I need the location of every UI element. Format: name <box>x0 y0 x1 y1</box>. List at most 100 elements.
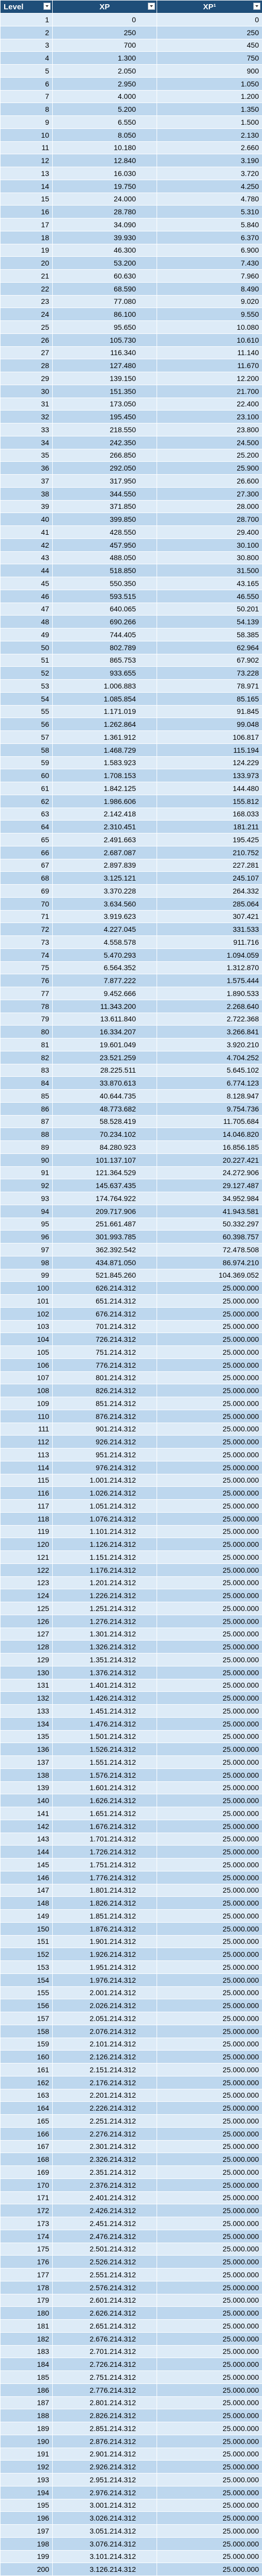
level-cell[interactable]: 94 <box>1 1205 53 1218</box>
xp-delta-cell[interactable]: 250 <box>157 26 262 39</box>
xp-delta-cell[interactable]: 25.000.000 <box>157 1858 262 1871</box>
xp-cell[interactable]: 2.526.214.312 <box>53 2256 157 2268</box>
level-cell[interactable]: 51 <box>1 654 53 667</box>
xp-delta-cell[interactable]: 22.400 <box>157 398 262 411</box>
xp-cell[interactable]: 428.550 <box>53 526 157 539</box>
xp-cell[interactable]: 2.051.214.312 <box>53 2012 157 2025</box>
xp-cell[interactable]: 1.801.214.312 <box>53 1884 157 1897</box>
xp-cell[interactable]: 6.550 <box>53 116 157 129</box>
xp-cell[interactable]: 2.426.214.312 <box>53 2204 157 2217</box>
level-cell[interactable]: 97 <box>1 1243 53 1256</box>
xp-cell[interactable]: 195.450 <box>53 411 157 423</box>
xp-cell[interactable]: 1.076.214.312 <box>53 1512 157 1525</box>
xp-delta-cell[interactable]: 1.500 <box>157 116 262 129</box>
xp-delta-cell[interactable]: 25.000.000 <box>157 2537 262 2550</box>
xp-delta-cell[interactable]: 54.139 <box>157 616 262 628</box>
xp-cell[interactable]: 1.583.923 <box>53 756 157 769</box>
level-cell[interactable]: 66 <box>1 846 53 859</box>
level-cell[interactable]: 59 <box>1 756 53 769</box>
xp-cell[interactable]: 19.601.049 <box>53 1038 157 1051</box>
xp-cell[interactable]: 1.651.214.312 <box>53 1807 157 1820</box>
xp-delta-cell[interactable]: 25.000.000 <box>157 2358 262 2371</box>
level-cell[interactable]: 82 <box>1 1051 53 1064</box>
xp-delta-cell[interactable]: 25.000.000 <box>157 1807 262 1820</box>
xp-cell[interactable]: 105.730 <box>53 333 157 346</box>
xp-cell[interactable]: 1.726.214.312 <box>53 1846 157 1858</box>
level-cell[interactable]: 124 <box>1 1589 53 1602</box>
xp-delta-cell[interactable]: 25.000.000 <box>157 1961 262 1974</box>
level-cell[interactable]: 182 <box>1 2332 53 2345</box>
xp-delta-cell[interactable]: 50.201 <box>157 603 262 616</box>
xp-cell[interactable]: 640.065 <box>53 603 157 616</box>
xp-cell[interactable]: 1.300 <box>53 52 157 65</box>
xp-delta-cell[interactable]: 91.845 <box>157 705 262 718</box>
level-cell[interactable]: 53 <box>1 680 53 693</box>
level-cell[interactable]: 161 <box>1 2063 53 2076</box>
xp-cell[interactable]: 10.180 <box>53 141 157 154</box>
xp-delta-cell[interactable]: 11.670 <box>157 359 262 372</box>
xp-delta-cell[interactable]: 25.000.000 <box>157 1910 262 1923</box>
xp-cell[interactable]: 77.080 <box>53 295 157 308</box>
xp-delta-cell[interactable]: 72.478.508 <box>157 1243 262 1256</box>
level-cell[interactable]: 129 <box>1 1653 53 1666</box>
level-cell[interactable]: 47 <box>1 603 53 616</box>
xp-cell[interactable]: 70.234.102 <box>53 1128 157 1141</box>
level-cell[interactable]: 69 <box>1 885 53 898</box>
xp-cell[interactable]: 151.350 <box>53 385 157 398</box>
xp-delta-cell[interactable]: 25.000.000 <box>157 1320 262 1333</box>
xp-delta-cell[interactable]: 25.000.000 <box>157 1730 262 1743</box>
xp-cell[interactable]: 3.125.121 <box>53 872 157 885</box>
level-cell[interactable]: 119 <box>1 1525 53 1538</box>
xp-cell[interactable]: 46.300 <box>53 244 157 257</box>
level-cell[interactable]: 85 <box>1 1090 53 1103</box>
xp-cell[interactable]: 2.676.214.312 <box>53 2332 157 2345</box>
level-cell[interactable]: 89 <box>1 1141 53 1154</box>
xp-delta-cell[interactable]: 5.310 <box>157 206 262 218</box>
xp-cell[interactable]: 726.214.312 <box>53 1333 157 1346</box>
level-cell[interactable]: 74 <box>1 948 53 961</box>
level-cell[interactable]: 173 <box>1 2217 53 2230</box>
xp-cell[interactable]: 1.051.214.312 <box>53 1500 157 1513</box>
xp-cell[interactable]: 1.851.214.312 <box>53 1910 157 1923</box>
xp-delta-cell[interactable]: 25.000.000 <box>157 1487 262 1500</box>
level-cell[interactable]: 191 <box>1 2448 53 2461</box>
level-cell[interactable]: 79 <box>1 1013 53 1026</box>
level-cell[interactable]: 52 <box>1 667 53 680</box>
level-cell[interactable]: 153 <box>1 1961 53 1974</box>
xp-cell[interactable]: 1.926.214.312 <box>53 1948 157 1961</box>
level-cell[interactable]: 44 <box>1 564 53 577</box>
xp-cell[interactable]: 1.226.214.312 <box>53 1589 157 1602</box>
level-cell[interactable]: 132 <box>1 1692 53 1705</box>
level-cell[interactable]: 146 <box>1 1871 53 1884</box>
xp-cell[interactable]: 2.476.214.312 <box>53 2230 157 2243</box>
xp-cell[interactable]: 362.392.542 <box>53 1243 157 1256</box>
level-cell[interactable]: 154 <box>1 1973 53 1986</box>
level-cell[interactable]: 164 <box>1 2102 53 2115</box>
xp-delta-cell[interactable]: 25.200 <box>157 449 262 462</box>
xp-cell[interactable]: 1.901.214.312 <box>53 1935 157 1948</box>
xp-cell[interactable]: 218.550 <box>53 423 157 436</box>
level-cell[interactable]: 175 <box>1 2243 53 2256</box>
level-cell[interactable]: 108 <box>1 1384 53 1397</box>
xp-delta-cell[interactable]: 24.272.906 <box>157 1166 262 1179</box>
level-cell[interactable]: 12 <box>1 154 53 167</box>
xp-delta-cell[interactable]: 31.500 <box>157 564 262 577</box>
level-cell[interactable]: 11 <box>1 141 53 154</box>
xp-cell[interactable]: 1.451.214.312 <box>53 1705 157 1718</box>
xp-delta-cell[interactable]: 7.960 <box>157 270 262 283</box>
xp-delta-cell[interactable]: 25.000.000 <box>157 1423 262 1436</box>
level-cell[interactable]: 36 <box>1 462 53 475</box>
xp-delta-cell[interactable]: 25.000.000 <box>157 2435 262 2448</box>
xp-delta-cell[interactable]: 25.000.000 <box>157 2089 262 2102</box>
xp-cell[interactable]: 2.076.214.312 <box>53 2025 157 2038</box>
xp-cell[interactable]: 488.050 <box>53 551 157 564</box>
level-cell[interactable]: 144 <box>1 1846 53 1858</box>
level-cell[interactable]: 197 <box>1 2525 53 2538</box>
xp-cell[interactable]: 13.611.840 <box>53 1013 157 1026</box>
level-cell[interactable]: 92 <box>1 1179 53 1192</box>
xp-cell[interactable]: 1.171.019 <box>53 705 157 718</box>
level-cell[interactable]: 179 <box>1 2294 53 2307</box>
level-cell[interactable]: 20 <box>1 257 53 270</box>
xp-delta-cell[interactable]: 25.000.000 <box>157 1871 262 1884</box>
xp-delta-cell[interactable]: 6.370 <box>157 231 262 244</box>
